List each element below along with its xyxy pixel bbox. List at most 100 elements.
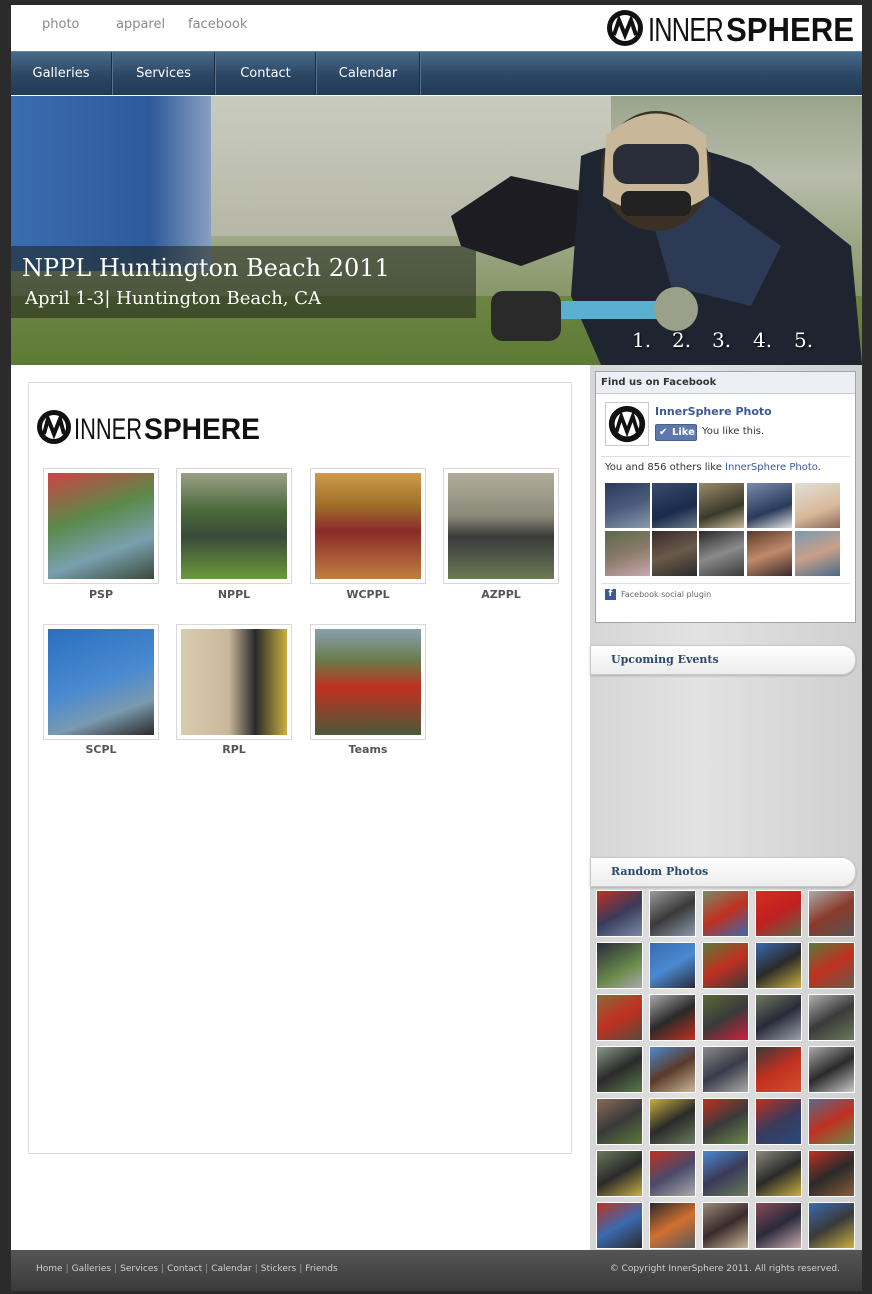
footer-link-home[interactable]: Home	[36, 1264, 63, 1274]
logo-inner-text: INNER	[648, 11, 723, 48]
pager-3[interactable]: 3.	[712, 328, 731, 352]
gallery-thumb-rpl[interactable]	[176, 624, 292, 740]
random-photo[interactable]	[755, 1098, 802, 1145]
gallery-label-rpl[interactable]: RPL	[176, 743, 292, 756]
pager-4[interactable]: 4.	[753, 328, 772, 352]
innersphere-logo-main: INNER SPHERE	[37, 410, 260, 446]
random-photo[interactable]	[755, 1046, 802, 1093]
random-photo[interactable]	[808, 994, 855, 1041]
nav-calendar[interactable]: Calendar	[317, 52, 420, 95]
random-photo[interactable]	[808, 1046, 855, 1093]
random-photos-header[interactable]: Random Photos	[590, 857, 856, 887]
top-link-photo[interactable]: photo	[42, 17, 80, 32]
nav-contact[interactable]: Contact	[216, 52, 316, 95]
facebook-fan-avatar[interactable]	[747, 483, 792, 528]
random-photo[interactable]	[649, 1098, 696, 1145]
random-photo[interactable]	[702, 1150, 749, 1197]
gallery-thumb-nppl[interactable]	[176, 468, 292, 584]
facebook-like-box: Find us on Facebook InnerSphere Photo ✔ L…	[595, 371, 856, 623]
gallery-image-psp	[48, 473, 154, 579]
footer-link-services[interactable]: Services	[120, 1264, 158, 1274]
facebook-page-avatar[interactable]	[605, 402, 649, 446]
top-link-facebook[interactable]: facebook	[188, 17, 247, 32]
random-photo[interactable]	[808, 942, 855, 989]
hero-title: NPPL Huntington Beach 2011	[22, 254, 390, 282]
footer-link-contact[interactable]: Contact	[167, 1264, 202, 1274]
random-photo[interactable]	[649, 994, 696, 1041]
gallery-image-wcppl	[315, 473, 421, 579]
random-photo[interactable]	[702, 994, 749, 1041]
random-photo[interactable]	[808, 1098, 855, 1145]
random-photo[interactable]	[596, 1202, 643, 1249]
random-photo[interactable]	[755, 1150, 802, 1197]
random-photo[interactable]	[596, 1046, 643, 1093]
gallery-thumb-teams[interactable]	[310, 624, 426, 740]
random-photo[interactable]	[755, 1202, 802, 1249]
random-photo[interactable]	[649, 890, 696, 937]
gallery-thumb-psp[interactable]	[43, 468, 159, 584]
random-photo[interactable]	[649, 1046, 696, 1093]
facebook-fan-avatar[interactable]	[699, 531, 744, 576]
nav-services[interactable]: Services	[113, 52, 215, 95]
gallery-label-azppl[interactable]: AZPPL	[443, 588, 559, 601]
pager-2[interactable]: 2.	[672, 328, 691, 352]
gallery-label-psp[interactable]: PSP	[43, 588, 159, 601]
facebook-fan-avatar[interactable]	[605, 531, 650, 576]
footer-link-calendar[interactable]: Calendar	[211, 1264, 251, 1274]
random-photo[interactable]	[755, 994, 802, 1041]
gallery-label-teams[interactable]: Teams	[310, 743, 426, 756]
gallery-label-wcppl[interactable]: WCPPL	[310, 588, 426, 601]
random-photo[interactable]	[808, 1150, 855, 1197]
facebook-fan-avatar[interactable]	[652, 531, 697, 576]
facebook-fan-avatar[interactable]	[605, 483, 650, 528]
innersphere-logo[interactable]: INNER SPHERE	[605, 8, 857, 48]
upcoming-events-header[interactable]: Upcoming Events	[590, 645, 856, 675]
random-photo[interactable]	[702, 1098, 749, 1145]
footer-link-stickers[interactable]: Stickers	[261, 1264, 297, 1274]
facebook-fan-avatar[interactable]	[699, 483, 744, 528]
pager-1[interactable]: 1.	[632, 328, 651, 352]
gallery-thumb-scpl[interactable]	[43, 624, 159, 740]
facebook-fan-avatar[interactable]	[747, 531, 792, 576]
gallery-thumb-wcppl[interactable]	[310, 468, 426, 584]
pager-5[interactable]: 5.	[794, 328, 813, 352]
gallery-image-rpl	[181, 629, 287, 735]
random-photo[interactable]	[755, 942, 802, 989]
random-photo[interactable]	[808, 890, 855, 937]
footer-link-friends[interactable]: Friends	[305, 1264, 337, 1274]
facebook-fan-avatar[interactable]	[652, 483, 697, 528]
facebook-like-button[interactable]: ✔ Like	[655, 424, 697, 441]
random-photo[interactable]	[649, 1202, 696, 1249]
random-photo[interactable]	[702, 890, 749, 937]
sidebar: Find us on Facebook InnerSphere Photo ✔ L…	[590, 365, 862, 1250]
logo-main-inner-text: INNER	[74, 413, 142, 446]
gallery-label-nppl[interactable]: NPPL	[176, 588, 292, 601]
gallery-image-azppl	[448, 473, 554, 579]
random-photo[interactable]	[702, 942, 749, 989]
facebook-fan-avatar[interactable]	[795, 483, 840, 528]
facebook-count-link[interactable]: InnerSphere Photo	[725, 462, 818, 473]
logo-sphere-text: SPHERE	[726, 11, 854, 48]
footer-link-galleries[interactable]: Galleries	[72, 1264, 111, 1274]
facebook-page-name[interactable]: InnerSphere Photo	[655, 405, 772, 418]
top-link-apparel[interactable]: apparel	[116, 17, 165, 32]
gallery-thumb-azppl[interactable]	[443, 468, 559, 584]
random-photo[interactable]	[596, 1150, 643, 1197]
facebook-social-plugin[interactable]: f Facebook social plugin	[605, 589, 711, 600]
random-photo[interactable]	[755, 890, 802, 937]
random-photo[interactable]	[649, 942, 696, 989]
random-photo[interactable]	[596, 890, 643, 937]
facebook-fan-avatar[interactable]	[795, 531, 840, 576]
random-photo[interactable]	[596, 994, 643, 1041]
random-photo[interactable]	[649, 1150, 696, 1197]
hero-slideshow[interactable]: NPPL Huntington Beach 2011 April 1-3| Hu…	[11, 96, 862, 365]
nav-galleries[interactable]: Galleries	[11, 52, 112, 95]
random-photo[interactable]	[808, 1202, 855, 1249]
random-photo[interactable]	[702, 1046, 749, 1093]
random-photo[interactable]	[596, 942, 643, 989]
gallery-label-scpl[interactable]: SCPL	[43, 743, 159, 756]
facebook-like-count: You and 856 others like InnerSphere Phot…	[605, 462, 821, 473]
random-photo[interactable]	[702, 1202, 749, 1249]
page: photo apparel facebook INNER SPHERE Gall…	[11, 5, 862, 1291]
random-photo[interactable]	[596, 1098, 643, 1145]
